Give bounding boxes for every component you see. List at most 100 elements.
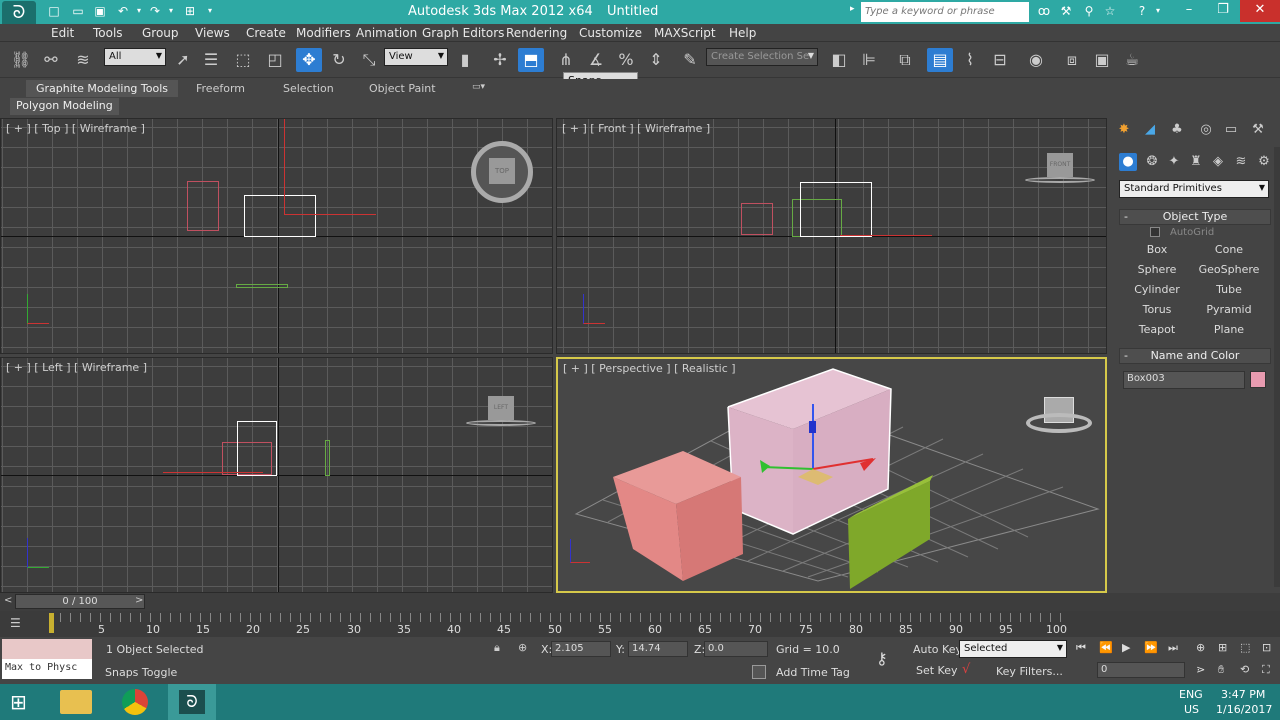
open-file-icon[interactable]: ▭	[70, 3, 86, 19]
viewport-label-perspective[interactable]: [ + ] [ Perspective ] [ Realistic ]	[563, 362, 736, 375]
menu-graph-editors[interactable]: Graph Editors	[422, 26, 504, 40]
torus-button[interactable]: Torus	[1121, 301, 1193, 319]
schematic-view-icon[interactable]: ⊟	[987, 48, 1013, 72]
language-indicator[interactable]: ENG	[1179, 688, 1203, 701]
help-icon[interactable]: ?	[1134, 3, 1150, 19]
sphere-button[interactable]: Sphere	[1121, 261, 1193, 279]
mini-curve-editor-icon[interactable]: ☰	[10, 616, 30, 630]
keyboard-layout[interactable]: US	[1184, 703, 1199, 716]
y-coordinate-field[interactable]: 14.74	[628, 641, 688, 657]
viewcube-top[interactable]: TOP	[471, 141, 533, 203]
select-and-rotate-icon[interactable]: ↻	[326, 48, 352, 72]
z-coordinate-field[interactable]: 0.0	[704, 641, 768, 657]
undo-dropdown-icon[interactable]: ▾	[131, 3, 147, 19]
viewport-label-left[interactable]: [ + ] [ Left ] [ Wireframe ]	[6, 361, 147, 374]
zoom-all-icon[interactable]: ⊞	[1218, 641, 1227, 654]
selection-filter-dropdown[interactable]: All ▼	[104, 48, 166, 66]
favorites-star-icon[interactable]: ☆	[1102, 3, 1118, 19]
object-color-swatch[interactable]	[1250, 371, 1266, 388]
panel-scrollbar[interactable]	[1274, 147, 1280, 587]
binoculars-icon[interactable]: ꝏ	[1036, 3, 1052, 19]
script-listener-top[interactable]	[2, 639, 92, 659]
viewcube-left[interactable]: LEFT	[466, 396, 536, 430]
angle-snap-icon[interactable]: ∡	[583, 48, 609, 72]
teapot-button[interactable]: Teapot	[1121, 321, 1193, 339]
reference-coordinate-dropdown[interactable]: View ▼	[384, 48, 448, 66]
viewport-front[interactable]: FRONT [ + ] [ Front ] [ Wireframe ]	[556, 118, 1107, 354]
undo-icon[interactable]: ↶	[115, 3, 131, 19]
material-editor-icon[interactable]: ◉	[1023, 48, 1049, 72]
menu-tools[interactable]: Tools	[93, 26, 123, 40]
lights-icon[interactable]: ✦	[1165, 153, 1183, 171]
set-key-button[interactable]: Set Key	[916, 664, 958, 677]
unlink-icon[interactable]: ⚯	[38, 48, 64, 72]
keyboard-shortcut-override-icon[interactable]: ⬒	[518, 48, 544, 72]
help-dropdown-icon[interactable]: ▾	[1150, 3, 1166, 19]
helpers-icon[interactable]: ◈	[1209, 153, 1227, 171]
cylinder-button[interactable]: Cylinder	[1121, 281, 1193, 299]
minimize-button[interactable]: –	[1172, 0, 1206, 22]
new-file-icon[interactable]: □	[46, 3, 62, 19]
modify-tab-icon[interactable]: ◢	[1141, 121, 1159, 139]
rectangular-selection-icon[interactable]: ⬚	[230, 48, 256, 72]
tab-object-paint[interactable]: Object Paint	[369, 82, 436, 95]
tab-graphite-modeling-tools[interactable]: Graphite Modeling Tools	[26, 80, 179, 97]
clock-time[interactable]: 3:47 PM	[1221, 688, 1265, 701]
script-listener-input[interactable]: Max to Physc	[2, 659, 92, 679]
autogrid-checkbox[interactable]	[1150, 227, 1160, 237]
project-folder-icon[interactable]: ⊞	[182, 3, 198, 19]
graphite-modeling-toggle-icon[interactable]: ▤	[927, 48, 953, 72]
box-button[interactable]: Box	[1121, 241, 1193, 259]
chrome-icon[interactable]	[122, 689, 148, 715]
tab-polygon-modeling[interactable]: Polygon Modeling	[10, 98, 119, 115]
pan-icon[interactable]: ✋︎	[1218, 663, 1224, 677]
select-manipulate-icon[interactable]: ✢	[487, 48, 513, 72]
zoom-extents-all-icon[interactable]: ⊡	[1262, 641, 1271, 654]
redo-dropdown-icon[interactable]: ▾	[163, 3, 179, 19]
tab-selection[interactable]: Selection	[283, 82, 334, 95]
next-frame-icon[interactable]: ⏩	[1144, 641, 1158, 654]
tube-button[interactable]: Tube	[1193, 281, 1265, 299]
spinner-snap-icon[interactable]: ⇕	[643, 48, 669, 72]
key-curve-icon[interactable]: √	[962, 662, 970, 677]
menu-create[interactable]: Create	[246, 26, 286, 40]
systems-icon[interactable]: ⚙	[1255, 153, 1273, 171]
plane-button[interactable]: Plane	[1193, 321, 1265, 339]
select-object-icon[interactable]: ➚	[170, 48, 196, 72]
viewcube-front[interactable]: FRONT	[1025, 153, 1095, 187]
layer-manager-icon[interactable]: ⧉	[892, 48, 918, 72]
auto-key-button[interactable]: Auto Key	[913, 643, 962, 656]
hierarchy-tab-icon[interactable]: ♣	[1168, 121, 1186, 139]
add-time-tag-button[interactable]: Add Time Tag	[776, 666, 850, 679]
ribbon-options-icon[interactable]: ▭▾	[472, 82, 485, 92]
render-setup-icon[interactable]: ⧈	[1059, 48, 1085, 72]
select-and-move-icon[interactable]: ✥	[296, 48, 322, 72]
viewport-top[interactable]: TOP [ + ] [ Top ] [ Wireframe ]	[0, 118, 553, 354]
search-input[interactable]: Type a keyword or phrase	[861, 2, 1029, 22]
menu-animation[interactable]: Animation	[356, 26, 417, 40]
current-frame-marker[interactable]	[49, 613, 54, 633]
utilities-tab-icon[interactable]: ⚒	[1249, 121, 1267, 139]
menu-group[interactable]: Group	[142, 26, 179, 40]
link-icon[interactable]: ⛓	[8, 48, 34, 72]
field-of-view-icon[interactable]: ⋗	[1196, 663, 1205, 676]
cone-button[interactable]: Cone	[1193, 241, 1265, 259]
object-name-input[interactable]: Box003	[1123, 371, 1245, 389]
align-icon[interactable]: ⊫	[856, 48, 882, 72]
rendered-frame-window-icon[interactable]: ▣	[1089, 48, 1115, 72]
percent-snap-icon[interactable]: %	[613, 48, 639, 72]
select-by-name-icon[interactable]: ☰	[198, 48, 224, 72]
geosphere-button[interactable]: GeoSphere	[1193, 261, 1265, 279]
select-and-scale-icon[interactable]: ⤡	[356, 48, 382, 72]
key-icon[interactable]: ⚷	[876, 649, 888, 668]
curve-editor-icon[interactable]: ⌇	[957, 48, 983, 72]
menu-rendering[interactable]: Rendering	[506, 26, 567, 40]
window-crossing-icon[interactable]: ◰	[262, 48, 288, 72]
menu-help[interactable]: Help	[729, 26, 756, 40]
current-frame-field[interactable]: 0	[1097, 662, 1185, 678]
restore-button[interactable]: ❐	[1206, 0, 1240, 22]
x-coordinate-field[interactable]: 2.105	[551, 641, 611, 657]
clock-date[interactable]: 1/16/2017	[1216, 703, 1272, 716]
go-to-start-icon[interactable]: ⏮	[1076, 641, 1086, 655]
3dsmax-taskbar-icon[interactable]: ᘐ	[168, 684, 216, 720]
